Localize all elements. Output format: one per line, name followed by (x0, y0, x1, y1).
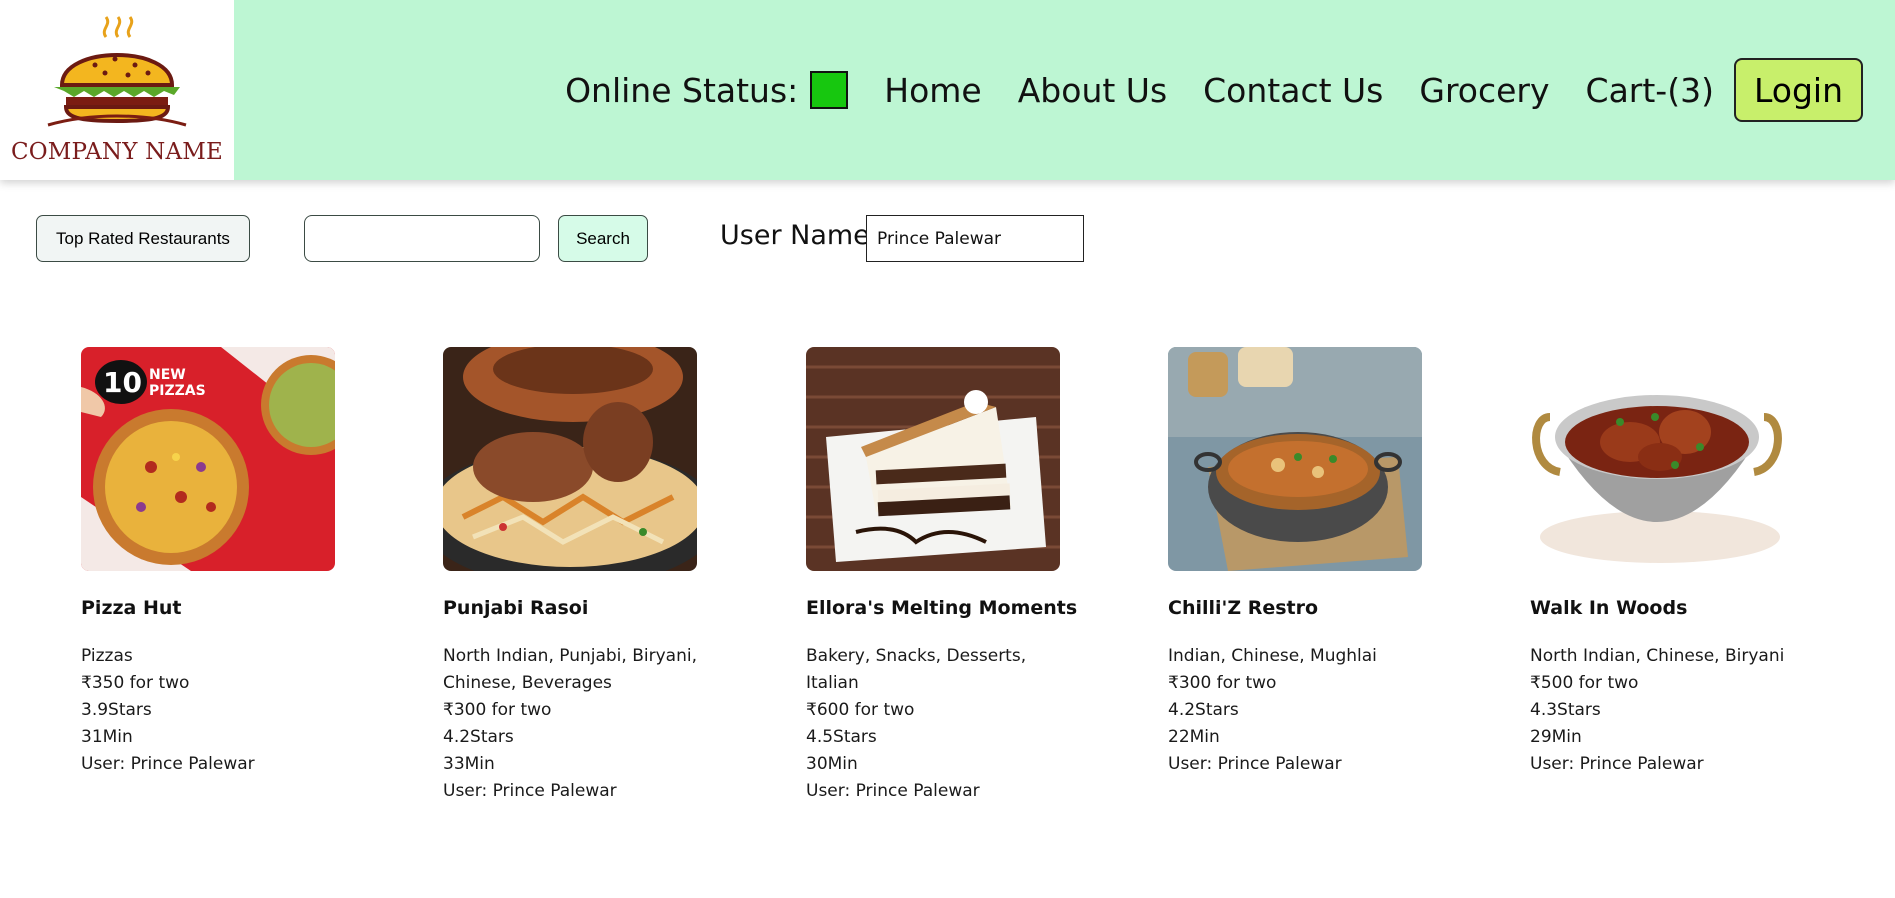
online-status: Online Status: (565, 70, 849, 110)
restaurant-card[interactable]: 10 NEW PIZZAS Pizza Hut Pizzas ₹350 for … (81, 347, 341, 778)
restaurant-cost: ₹600 for two (806, 700, 915, 720)
nav-contact-link[interactable]: Contact Us (1203, 71, 1383, 110)
restaurant-name: Walk In Woods (1530, 597, 1688, 619)
biryani-image (443, 347, 697, 571)
search-input[interactable] (304, 215, 540, 262)
restaurant-rating: 4.2Stars (443, 727, 514, 747)
restaurant-info: Pizzas ₹350 for two 3.9Stars 31Min User:… (81, 643, 341, 778)
logo[interactable]: COMPANY NAME (0, 0, 234, 180)
restaurant-user: User: Prince Palewar (1168, 754, 1342, 774)
svg-text:PIZZAS: PIZZAS (149, 383, 206, 399)
restaurant-cuisines: Bakery, Snacks, Desserts, Italian (806, 646, 1027, 693)
restaurant-user: User: Prince Palewar (1530, 754, 1704, 774)
restaurant-name: Ellora's Melting Moments (806, 597, 1078, 619)
restaurant-cost: ₹350 for two (81, 673, 190, 693)
search-button[interactable]: Search (558, 215, 648, 262)
restaurant-cost: ₹300 for two (1168, 673, 1277, 693)
top-rated-button[interactable]: Top Rated Restaurants (36, 215, 250, 262)
restaurant-user: User: Prince Palewar (81, 754, 255, 774)
restaurant-rating: 4.3Stars (1530, 700, 1601, 720)
logo-text: COMPANY NAME (10, 139, 224, 165)
login-button[interactable]: Login (1733, 58, 1863, 122)
pizza-image: 10 NEW PIZZAS (81, 347, 335, 571)
restaurant-user: User: Prince Palewar (443, 781, 617, 801)
restaurant-info: Indian, Chinese, Mughlai ₹300 for two 4.… (1168, 643, 1428, 778)
restaurant-delivery-time: 30Min (806, 754, 858, 774)
user-name-input[interactable]: Prince Palewar (866, 215, 1084, 262)
restaurant-name: Punjabi Rasoi (443, 597, 589, 619)
curry-bowl-image (1168, 347, 1422, 571)
restaurant-user: User: Prince Palewar (806, 781, 980, 801)
restaurant-card[interactable]: Walk In Woods North Indian, Chinese, Bir… (1530, 347, 1790, 778)
restaurant-delivery-time: 29Min (1530, 727, 1582, 747)
nav-home-link[interactable]: Home (884, 71, 981, 110)
restaurant-info: North Indian, Chinese, Biryani ₹500 for … (1530, 643, 1790, 778)
online-status-label: Online Status: (565, 70, 799, 110)
nav-about-link[interactable]: About Us (1018, 71, 1167, 110)
restaurant-card[interactable]: Chilli'Z Restro Indian, Chinese, Mughlai… (1168, 347, 1428, 778)
svg-text:NEW: NEW (149, 367, 186, 383)
restaurant-card[interactable]: Punjabi Rasoi North Indian, Punjabi, Bir… (443, 347, 703, 805)
restaurant-delivery-time: 22Min (1168, 727, 1220, 747)
restaurant-card[interactable]: Ellora's Melting Moments Bakery, Snacks,… (806, 347, 1078, 805)
restaurant-info: Bakery, Snacks, Desserts, Italian ₹600 f… (806, 643, 1066, 805)
main-nav: Online Status: Home About Us Contact Us … (529, 58, 1863, 122)
restaurant-cuisines: Pizzas (81, 646, 133, 666)
restaurant-rating: 3.9Stars (81, 700, 152, 720)
restaurant-rating: 4.5Stars (806, 727, 877, 747)
curry-pot-image (1530, 347, 1784, 571)
nav-grocery-link[interactable]: Grocery (1419, 71, 1549, 110)
restaurant-delivery-time: 31Min (81, 727, 133, 747)
restaurant-cost: ₹300 for two (443, 700, 552, 720)
online-status-indicator (810, 71, 849, 109)
restaurant-cuisines: North Indian, Punjabi, Biryani, Chinese,… (443, 646, 697, 693)
restaurant-info: North Indian, Punjabi, Biryani, Chinese,… (443, 643, 703, 805)
restaurant-cuisines: North Indian, Chinese, Biryani (1530, 646, 1785, 666)
nav-cart-link[interactable]: Cart-(3) (1586, 71, 1714, 110)
restaurant-cuisines: Indian, Chinese, Mughlai (1168, 646, 1377, 666)
restaurant-name: Chilli'Z Restro (1168, 597, 1319, 619)
restaurant-delivery-time: 33Min (443, 754, 495, 774)
header: COMPANY NAME Online Status: Home About U… (0, 0, 1895, 180)
burger-logo-icon (47, 16, 187, 127)
cake-image (806, 347, 1060, 571)
restaurant-cost: ₹500 for two (1530, 673, 1639, 693)
user-name-label: User Name: (720, 220, 879, 251)
restaurant-name: Pizza Hut (81, 597, 182, 619)
svg-text:10: 10 (103, 366, 142, 399)
restaurant-rating: 4.2Stars (1168, 700, 1239, 720)
